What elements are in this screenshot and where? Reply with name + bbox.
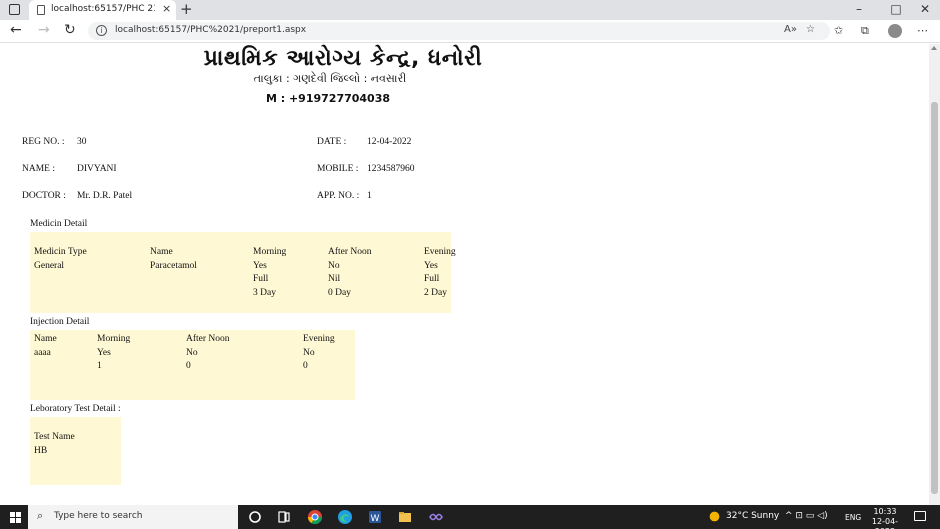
- minimize-button[interactable]: –: [852, 2, 866, 16]
- injection-evening-count: 0: [303, 361, 308, 371]
- close-tab-icon[interactable]: ×: [162, 2, 171, 15]
- injection-evening-value: No: [303, 348, 315, 358]
- task-view-icon[interactable]: [276, 509, 292, 525]
- medicine-name-value: Paracetamol: [150, 261, 197, 271]
- injection-header-afternoon: After Noon: [186, 334, 230, 344]
- tab-title: localhost:65157/PHC 21/preport: [51, 4, 155, 14]
- cortana-icon[interactable]: [247, 509, 263, 525]
- scroll-up-icon[interactable]: [931, 46, 937, 50]
- browser-toolbar: ← → ↻ i localhost:65157/PHC%2021/preport…: [0, 20, 940, 43]
- scroll-thumb[interactable]: [931, 102, 938, 494]
- language-indicator[interactable]: ENG: [845, 513, 861, 522]
- app-no-label: APP. NO. :: [317, 191, 360, 201]
- injection-name-value: aaaa: [34, 348, 51, 358]
- read-aloud-icon[interactable]: A»: [784, 24, 797, 35]
- medicine-section-title: Medicin Detail: [30, 219, 88, 229]
- medicine-afternoon-dose: Nil: [328, 274, 341, 284]
- back-button[interactable]: ←: [10, 22, 22, 38]
- medicine-afternoon-value: No: [328, 261, 340, 271]
- clock-time: 10:33: [873, 507, 897, 516]
- taskbar-search-box[interactable]: ⌕ Type here to search: [28, 505, 238, 529]
- visual-studio-icon[interactable]: [428, 509, 444, 525]
- more-options-icon[interactable]: ⋯: [917, 24, 928, 37]
- vertical-scrollbar[interactable]: [929, 44, 940, 505]
- lab-test-value: HB: [34, 446, 48, 456]
- notification-icon[interactable]: [914, 511, 926, 521]
- search-icon: ⌕: [37, 509, 44, 522]
- close-window-button[interactable]: ✕: [918, 2, 932, 16]
- medicine-type-value: General: [34, 261, 65, 271]
- date-label: DATE :: [317, 137, 347, 147]
- name-value: DIVYANI: [77, 164, 117, 174]
- windows-taskbar: ⌕ Type here to search W 32°C Sunny ^ ⊡ ▭…: [0, 505, 940, 529]
- injection-header-evening: Evening: [303, 334, 335, 344]
- tab-actions-icon[interactable]: [9, 4, 20, 15]
- medicine-evening-days: 2 Day: [424, 288, 447, 298]
- injection-morning-value: Yes: [97, 348, 111, 358]
- page-icon: [37, 5, 45, 15]
- weather-text[interactable]: 32°C Sunny: [726, 511, 779, 521]
- medicine-header-morning: Morning: [253, 247, 287, 257]
- refresh-button[interactable]: ↻: [64, 22, 76, 38]
- medicine-header-afternoon: After Noon: [328, 247, 372, 257]
- page-subtitle: તાલુકા : ગણદેવી જિલ્લો : નવસારી: [253, 72, 407, 85]
- new-tab-button[interactable]: +: [180, 0, 193, 18]
- address-bar[interactable]: i localhost:65157/PHC%2021/preport1.aspx…: [88, 22, 830, 40]
- app-no-value: 1: [367, 191, 372, 201]
- date-value: 12-04-2022: [367, 137, 412, 147]
- name-label: NAME :: [22, 164, 55, 174]
- medicine-table: Medicin Type Name Morning After Noon Eve…: [30, 232, 456, 313]
- word-icon[interactable]: W: [367, 509, 383, 525]
- medicine-header-name: Name: [150, 247, 173, 257]
- url-text[interactable]: localhost:65157/PHC%2021/preport1.aspx: [115, 25, 306, 35]
- system-tray-icons[interactable]: ^ ⊡ ▭ ◁): [785, 511, 828, 521]
- doctor-value: Mr. D.R. Patel: [77, 191, 133, 201]
- medicine-header-evening: Evening: [424, 247, 456, 257]
- page-title: પ્રાથમિક આરોગ્ય કેન્દ્ર, ધનોરી: [203, 46, 483, 71]
- report-page: પ્રાથમિક આરોગ્ય કેન્દ્ર, ધનોરી તાલુકા : …: [0, 44, 929, 505]
- injection-section-title: Injection Detail: [30, 317, 90, 327]
- lab-header-test-name: Test Name: [34, 432, 75, 442]
- lab-section-title: Leboratory Test Detail :: [30, 404, 121, 414]
- medicine-evening-value: Yes: [424, 261, 438, 271]
- forward-button[interactable]: →: [38, 22, 50, 38]
- medicine-evening-dose: Full: [424, 274, 440, 284]
- injection-table: Name Morning After Noon Evening aaaa Yes…: [30, 330, 355, 400]
- weather-sun-icon[interactable]: [708, 510, 721, 523]
- maximize-button[interactable]: □: [889, 2, 903, 16]
- taskbar-clock[interactable]: 10:33 12-04-2022: [862, 507, 908, 529]
- windows-start-icon[interactable]: [10, 512, 21, 523]
- site-info-icon[interactable]: i: [96, 25, 107, 36]
- injection-afternoon-count: 0: [186, 361, 191, 371]
- injection-header-morning: Morning: [97, 334, 131, 344]
- browser-title-bar: localhost:65157/PHC 21/preport × + – □ ✕: [0, 0, 940, 20]
- profile-avatar[interactable]: [888, 24, 902, 38]
- add-favorite-icon[interactable]: ☆: [806, 24, 815, 35]
- injection-header-name: Name: [34, 334, 57, 344]
- svg-text:W: W: [371, 514, 380, 524]
- injection-afternoon-value: No: [186, 348, 198, 358]
- medicine-afternoon-days: 0 Day: [328, 288, 351, 298]
- injection-morning-count: 1: [97, 361, 102, 371]
- reg-no-value: 30: [77, 137, 87, 147]
- favorites-icon[interactable]: ✩: [834, 24, 843, 37]
- mobile-value: 1234587960: [367, 164, 415, 174]
- chrome-icon[interactable]: [307, 509, 323, 525]
- browser-tab[interactable]: localhost:65157/PHC 21/preport ×: [29, 0, 176, 20]
- medicine-morning-dose: Full: [253, 274, 269, 284]
- mobile-label: MOBILE :: [317, 164, 359, 174]
- clock-date: 12-04-2022: [871, 517, 899, 529]
- phone-number: M : +919727704038: [265, 92, 391, 105]
- lab-table: Test Name HB: [30, 417, 121, 485]
- medicine-header-type: Medicin Type: [34, 247, 87, 257]
- doctor-label: DOCTOR :: [22, 191, 66, 201]
- reg-no-label: REG NO. :: [22, 137, 65, 147]
- medicine-morning-days: 3 Day: [253, 288, 276, 298]
- medicine-morning-value: Yes: [253, 261, 267, 271]
- collections-icon[interactable]: ⧉: [861, 24, 869, 38]
- file-explorer-icon[interactable]: [397, 509, 413, 525]
- search-placeholder: Type here to search: [54, 511, 143, 521]
- edge-icon[interactable]: [337, 509, 353, 525]
